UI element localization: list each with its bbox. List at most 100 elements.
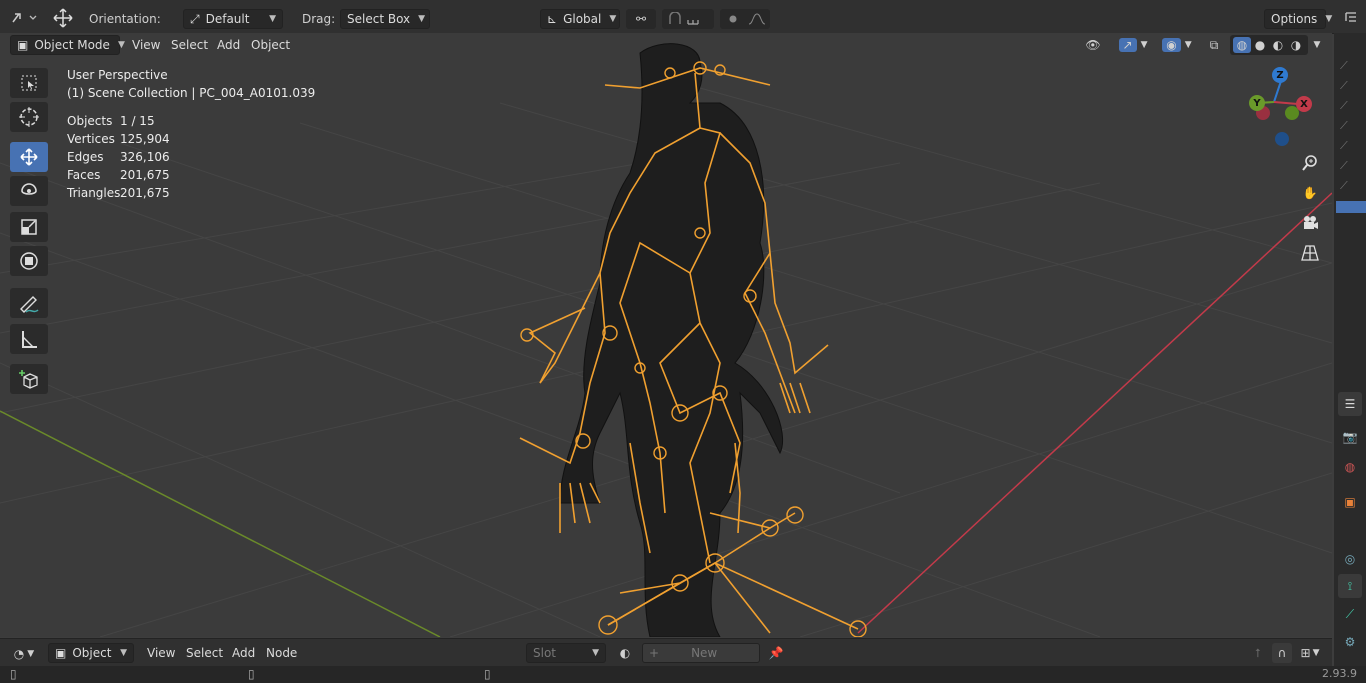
neg-z-handle bbox=[1275, 132, 1289, 146]
move-tool-icon[interactable] bbox=[50, 7, 76, 29]
menu-select[interactable]: Select bbox=[180, 643, 229, 663]
editor-type-icon[interactable]: ◔ ▼ bbox=[8, 644, 40, 664]
armature-properties-icon[interactable]: ⟟ bbox=[1338, 574, 1362, 598]
transform-icon bbox=[20, 252, 38, 270]
ruler-icon bbox=[22, 331, 37, 348]
measure-tool[interactable] bbox=[10, 324, 48, 354]
move-tool[interactable] bbox=[10, 142, 48, 172]
camera-icon[interactable] bbox=[1296, 209, 1324, 237]
menu-add[interactable]: Add bbox=[226, 643, 261, 663]
pin-icon[interactable]: 📌 bbox=[766, 643, 786, 663]
gizmo-x-axis[interactable]: X bbox=[1296, 96, 1312, 112]
new-label: New bbox=[691, 646, 718, 660]
bone-properties-icon[interactable]: ⟋ bbox=[1338, 602, 1362, 626]
mouse-left-icon: ▯ bbox=[10, 667, 17, 681]
chevron-down-icon: ▼ bbox=[592, 648, 599, 658]
rendered-shading-icon[interactable]: ◑ bbox=[1287, 38, 1305, 52]
object-type-dropdown[interactable]: ▣ Object ▼ bbox=[48, 643, 134, 663]
bone-icon[interactable]: ⟋ bbox=[1340, 76, 1362, 96]
pan-hand-icon[interactable]: ✋ bbox=[1296, 179, 1324, 207]
object-type-value: Object bbox=[72, 646, 112, 660]
cursor-tool[interactable] bbox=[10, 102, 48, 132]
snap-mode-icon[interactable]: ⊞ ▼ bbox=[1294, 643, 1326, 663]
menu-add[interactable]: Add bbox=[211, 35, 246, 55]
overlays-toggle-icon[interactable]: ◉ ▼ bbox=[1158, 35, 1196, 55]
add-cube-tool[interactable] bbox=[10, 364, 48, 394]
select-box-icon bbox=[21, 75, 37, 91]
menu-view[interactable]: View bbox=[141, 643, 181, 663]
orientation-dropdown[interactable]: ⤢ Default ▼ bbox=[183, 9, 283, 29]
gizmo-icon: ↗ bbox=[1118, 38, 1137, 52]
annotate-tool[interactable] bbox=[10, 288, 48, 318]
bone-icon[interactable]: ⟋ bbox=[1340, 156, 1362, 176]
select-box-tool[interactable] bbox=[10, 68, 48, 98]
gizmo-y-axis[interactable]: Y bbox=[1249, 95, 1265, 111]
properties-toggle-icon[interactable]: ☰ bbox=[1338, 392, 1362, 416]
navigation-gizmo[interactable]: Z Y X bbox=[1246, 66, 1318, 150]
wireframe-shading-icon[interactable]: ◍ bbox=[1233, 37, 1251, 53]
bone-icon[interactable]: ⟋ bbox=[1340, 176, 1362, 196]
gizmo-toggle-icon[interactable]: ↗ ▼ bbox=[1114, 35, 1152, 55]
slot-dropdown[interactable]: Slot ▼ bbox=[526, 643, 606, 663]
solid-shading-icon[interactable]: ● bbox=[1251, 38, 1269, 52]
options-dropdown[interactable]: Options ▼ bbox=[1264, 9, 1332, 29]
outliner-icon[interactable] bbox=[1340, 8, 1362, 28]
outliner-selected-row[interactable] bbox=[1336, 201, 1366, 213]
menu-node[interactable]: Node bbox=[260, 643, 303, 663]
collection-label: (1) Scene Collection | PC_004_A0101.039 bbox=[67, 86, 316, 100]
shading-modes: ◍ ● ◐ ◑ bbox=[1230, 35, 1308, 55]
physics-properties-icon[interactable]: ◎ bbox=[1338, 547, 1362, 571]
chevron-down-icon: ▼ bbox=[117, 40, 125, 50]
new-material-button[interactable]: + New bbox=[642, 643, 760, 663]
mode-dropdown[interactable]: ▣ Object Mode ▼ bbox=[10, 35, 125, 55]
proportional-editing-icon[interactable] bbox=[720, 9, 770, 29]
chevron-down-icon: ▼ bbox=[609, 14, 617, 24]
editor-type-icon[interactable] bbox=[8, 8, 40, 28]
material-shading-icon[interactable]: ◐ bbox=[1269, 38, 1287, 52]
drag-dropdown[interactable]: Select Box ▼ bbox=[340, 9, 430, 29]
bone-icon[interactable]: ⟋ bbox=[1340, 136, 1362, 156]
zoom-icon[interactable] bbox=[1296, 149, 1324, 177]
menu-select[interactable]: Select bbox=[165, 35, 214, 55]
transform-orientation-value: Global bbox=[563, 12, 602, 26]
bone-icon[interactable]: ⟋ bbox=[1340, 116, 1362, 136]
tool-header: Orientation: ⤢ Default ▼ Drag: Select Bo… bbox=[0, 0, 1366, 34]
axes-icon: ⊾ bbox=[547, 12, 558, 26]
constraint-properties-icon[interactable]: ⚙ bbox=[1338, 630, 1362, 654]
chevron-down-icon: ▼ bbox=[1325, 14, 1333, 24]
transform-orientation-dropdown[interactable]: ⊾ Global ▼ bbox=[540, 9, 620, 29]
chevron-down-icon: ▼ bbox=[269, 14, 276, 24]
scale-tool[interactable] bbox=[10, 212, 48, 242]
slot-value: Slot bbox=[533, 646, 556, 660]
render-properties-icon[interactable]: 📷 bbox=[1338, 425, 1362, 449]
parent-node-icon[interactable]: ⭡ bbox=[1248, 643, 1268, 663]
object-properties-icon[interactable]: ▣ bbox=[1338, 490, 1362, 514]
pivot-point-icon[interactable]: ⚯ bbox=[626, 9, 656, 29]
overlays-icon: ◉ bbox=[1162, 38, 1181, 52]
drag-label: Drag: bbox=[302, 12, 336, 26]
bone-icon[interactable]: ⟋ bbox=[1340, 96, 1362, 116]
orientation-label: Orientation: bbox=[89, 12, 161, 26]
character-mesh bbox=[559, 43, 784, 637]
chevron-down-icon[interactable]: ▼ bbox=[1310, 37, 1324, 53]
add-cube-icon bbox=[19, 370, 38, 389]
menu-object[interactable]: Object bbox=[245, 35, 296, 55]
material-browse-icon[interactable]: ◐ bbox=[610, 643, 640, 663]
snap-icon[interactable]: ∩ bbox=[1272, 643, 1292, 663]
viewport-header: ▣ Object Mode ▼ View Select Add Object 👁… bbox=[0, 33, 1332, 57]
chevron-down-icon: ▼ bbox=[1312, 648, 1320, 658]
bone-icon[interactable]: ⟋ bbox=[1340, 56, 1362, 76]
visibility-icon[interactable]: 👁 bbox=[1078, 35, 1108, 55]
stat-value: 1 / 15 bbox=[120, 114, 155, 128]
xray-icon[interactable]: ⧉ bbox=[1204, 35, 1224, 55]
transform-tool[interactable] bbox=[10, 246, 48, 276]
outliner-rows: ⟋ ⟋ ⟋ ⟋ ⟋ ⟋ ⟋ bbox=[1340, 56, 1362, 196]
orientation-icon: ⤢ bbox=[190, 11, 200, 26]
world-properties-icon[interactable]: ◍ bbox=[1338, 455, 1362, 479]
gizmo-z-axis[interactable]: Z bbox=[1272, 67, 1288, 83]
rotate-tool[interactable] bbox=[10, 176, 48, 206]
menu-view[interactable]: View bbox=[126, 35, 166, 55]
snap-icon[interactable] bbox=[662, 9, 714, 29]
viewport-info: User Perspective (1) Scene Collection | … bbox=[67, 66, 315, 202]
perspective-grid-icon[interactable] bbox=[1296, 239, 1324, 267]
